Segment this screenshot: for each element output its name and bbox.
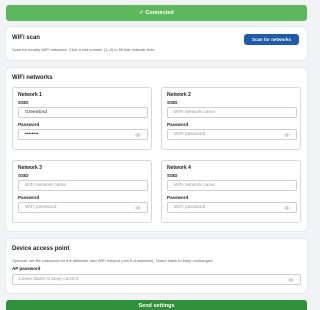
send-settings-button[interactable]: Send settings [6,300,307,310]
eye-icon[interactable] [135,132,141,137]
eye-icon[interactable] [135,205,141,210]
ssid-value: GreenEnd [25,110,47,115]
access-point-title: Device access point [12,246,70,252]
ap-password-placeholder: Leave blank to keep current [19,277,79,282]
eye-icon[interactable] [284,205,290,210]
network-title: Network 3 [18,165,42,171]
ssid-placeholder: WiFi network name [25,183,67,188]
wifi-scan-card: WiFi scan Scan for nearby WiFi networks.… [6,27,307,60]
eye-icon[interactable] [288,277,294,282]
ssid-placeholder: WiFi network name [174,110,216,115]
ssid-input[interactable]: GreenEnd [18,107,148,118]
connection-status-banner: ✓ Connected [6,5,307,21]
network-slot-1: Network 1 SSID GreenEnd Password •••••••… [12,87,152,150]
wifi-scan-title: WiFi scan [12,35,40,41]
network-slot-4: Network 4 SSID WiFi network name Passwor… [161,160,301,223]
access-point-card: Device access point Optional: set the pa… [6,239,307,293]
password-input[interactable]: WiFi password [167,202,297,213]
wifi-scan-description: Scan for nearby WiFi networks. Click a s… [12,47,155,52]
password-label: Password [18,122,40,127]
network-title: Network 4 [167,165,191,171]
ssid-input[interactable]: WiFi network name [18,180,148,191]
wifi-networks-card: WiFi networks Network 1 SSID GreenEnd Pa… [6,68,307,231]
password-label: Password [167,195,189,200]
ssid-input[interactable]: WiFi network name [167,180,297,191]
ssid-label: SSID [18,173,29,178]
password-label: Password [167,122,189,127]
ap-password-label: AP password [12,266,41,271]
network-slot-3: Network 3 SSID WiFi network name Passwor… [12,160,152,223]
password-label: Password [18,195,40,200]
ssid-placeholder: WiFi network name [174,183,216,188]
network-slot-2: Network 2 SSID WiFi network name Passwor… [161,87,301,150]
network-title: Network 2 [167,92,191,98]
ssid-label: SSID [167,100,178,105]
wifi-networks-title: WiFi networks [12,75,53,81]
password-value: •••••••• [25,132,39,137]
password-placeholder: WiFi password [174,205,206,210]
password-placeholder: WiFi password [174,132,206,137]
eye-icon[interactable] [284,132,290,137]
password-input[interactable]: WiFi password [167,129,297,140]
scan-networks-button[interactable]: Scan for networks [244,34,299,45]
ssid-input[interactable]: WiFi network name [167,107,297,118]
access-point-description: Optional: set the password for the altim… [12,258,214,263]
password-placeholder: WiFi password [25,205,57,210]
ssid-label: SSID [18,100,29,105]
network-title: Network 1 [18,92,42,98]
ap-password-input[interactable]: Leave blank to keep current [12,274,301,285]
password-input[interactable]: •••••••• [18,129,148,140]
ssid-label: SSID [167,173,178,178]
password-input[interactable]: WiFi password [18,202,148,213]
